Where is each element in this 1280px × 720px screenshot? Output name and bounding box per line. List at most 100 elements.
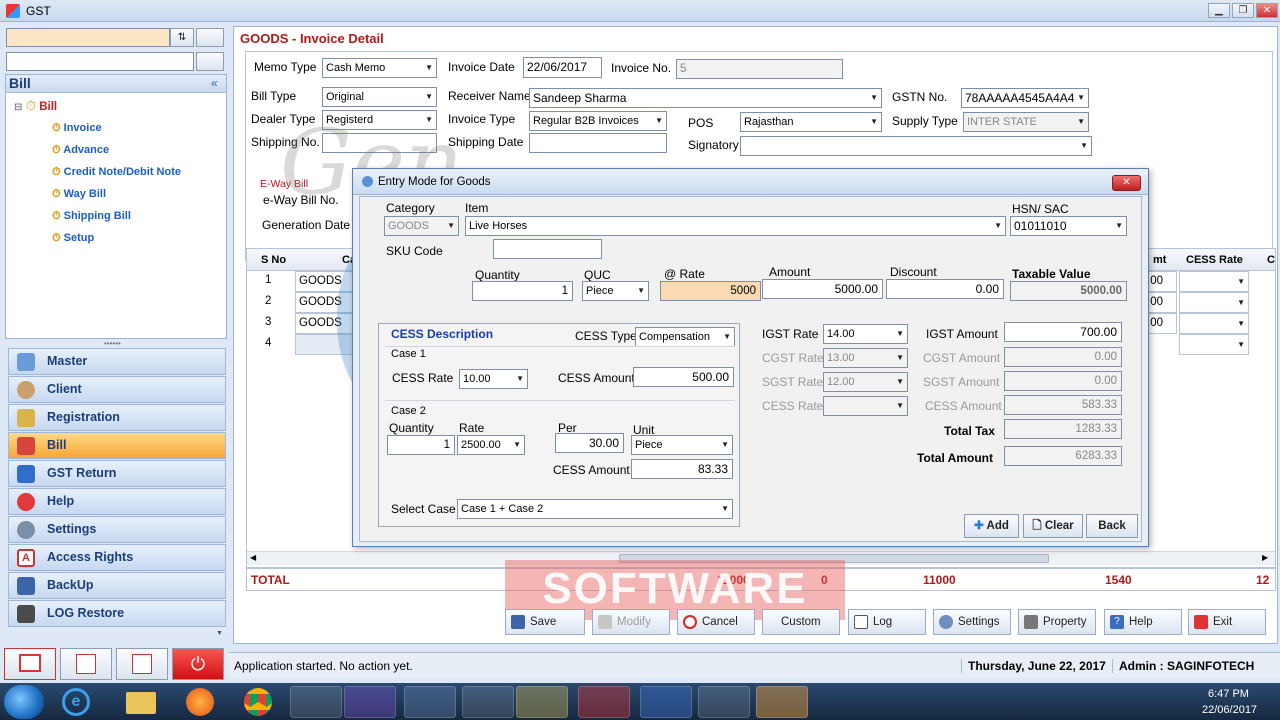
ie-icon[interactable]: e xyxy=(62,688,90,716)
scroll-right-icon[interactable]: ▶ xyxy=(1262,553,1268,562)
help-button[interactable]: ? Help xyxy=(1104,609,1182,635)
tool-icon[interactable] xyxy=(290,686,342,718)
quc-select[interactable]: Piece xyxy=(582,281,649,301)
tree-item-way-bill[interactable]: ⏱ Way Bill xyxy=(52,183,222,205)
custom-button[interactable]: Custom xyxy=(762,609,840,635)
nav-master[interactable]: Master xyxy=(8,348,226,375)
dealer-type-select[interactable]: Registerd xyxy=(322,110,437,130)
select-case-select[interactable]: Case 1 + Case 2 xyxy=(457,499,733,519)
row-category[interactable] xyxy=(295,334,355,355)
firefox-icon[interactable] xyxy=(186,688,214,716)
row-cess-rate-select[interactable] xyxy=(1179,271,1249,292)
cess-rate2-select[interactable] xyxy=(823,396,908,416)
item-select[interactable]: Live Horses xyxy=(465,216,1006,236)
start-button[interactable] xyxy=(4,685,44,719)
visual-studio-icon[interactable] xyxy=(344,686,396,718)
row-cess-rate-select[interactable] xyxy=(1179,313,1249,334)
discount-field[interactable]: 0.00 xyxy=(886,279,1004,299)
dialog-close-button[interactable]: ✕ xyxy=(1112,175,1141,191)
c2-per-field[interactable]: 30.00 xyxy=(555,433,624,453)
gstn-select[interactable]: 78AAAAA4545A4A4 xyxy=(961,88,1089,108)
modify-button[interactable]: Modify xyxy=(592,609,670,635)
bill-type-select[interactable]: Original xyxy=(322,87,437,107)
sgst-rate-select[interactable]: 12.00 xyxy=(823,372,908,392)
sku-field[interactable] xyxy=(493,239,602,259)
c2-unit-select[interactable]: Piece xyxy=(631,435,733,455)
nav-settings[interactable]: Settings xyxy=(8,516,226,543)
app-icon-32[interactable] xyxy=(462,686,514,718)
nav-gst-return[interactable]: GST Return xyxy=(8,460,226,487)
pdf-icon[interactable] xyxy=(578,686,630,718)
nav-backup[interactable]: BackUp xyxy=(8,572,226,599)
invoice-type-select[interactable]: Regular B2B Invoices xyxy=(529,111,667,131)
search-go-button[interactable] xyxy=(196,28,224,47)
row-category[interactable]: GOODS xyxy=(295,292,355,313)
cgst-rate-select[interactable]: 13.00 xyxy=(823,348,908,368)
pos-select[interactable]: Rajasthan xyxy=(740,112,882,132)
tree-item-advance[interactable]: ⏱ Advance xyxy=(52,139,222,161)
explorer-icon[interactable] xyxy=(126,692,156,714)
nav-access-rights[interactable]: A Access Rights xyxy=(8,544,226,571)
back-button[interactable]: Back xyxy=(1086,514,1138,538)
word-icon[interactable] xyxy=(640,686,692,718)
igst-rate-select[interactable]: 14.00 xyxy=(823,324,908,344)
chrome-icon[interactable] xyxy=(244,688,272,716)
shipping-no-field[interactable] xyxy=(322,133,437,153)
add-button[interactable]: ✚ Add xyxy=(964,514,1019,538)
cess-rate-select[interactable]: 10.00 xyxy=(459,369,528,389)
clear-button[interactable]: 🗋 Clear xyxy=(1023,514,1083,538)
sort-icon[interactable]: ⇅ xyxy=(170,28,194,47)
search-input-top[interactable] xyxy=(6,28,170,47)
maximize-button[interactable]: ❐ xyxy=(1232,3,1254,18)
supply-type-select[interactable]: INTER STATE xyxy=(963,112,1089,132)
nav-client[interactable]: Client xyxy=(8,376,226,403)
quantity-field[interactable]: 1 xyxy=(472,281,573,301)
log-button[interactable]: Log xyxy=(848,609,926,635)
folder-icon[interactable] xyxy=(516,686,568,718)
row-category[interactable]: GOODS xyxy=(295,313,355,334)
invoice-no-field[interactable]: 5 xyxy=(676,59,843,79)
nav-help[interactable]: Help xyxy=(8,488,226,515)
search-input[interactable] xyxy=(6,52,194,71)
settings-button[interactable]: Settings xyxy=(933,609,1011,635)
row-cess-rate-select[interactable] xyxy=(1179,292,1249,313)
c2-cess-amount-field[interactable]: 83.33 xyxy=(631,459,733,479)
cess-type-select[interactable]: Compensation xyxy=(635,327,735,347)
amount-field[interactable]: 5000.00 xyxy=(762,279,883,299)
collapse-icon[interactable]: « xyxy=(211,76,218,90)
c2-quantity-field[interactable]: 1 xyxy=(387,435,455,455)
doc-button-2[interactable] xyxy=(116,648,168,680)
doc-button-1[interactable] xyxy=(60,648,112,680)
nav-bill[interactable]: Bill xyxy=(8,432,226,459)
c2-rate-select[interactable]: 2500.00 xyxy=(457,435,525,455)
cess-amount-field[interactable]: 500.00 xyxy=(633,367,734,387)
signatory-select[interactable] xyxy=(740,136,1092,156)
gst-app-icon[interactable] xyxy=(756,686,808,718)
paint-icon[interactable] xyxy=(698,686,750,718)
search-button[interactable] xyxy=(196,52,224,71)
tree-item-shipping-bill[interactable]: ⏱ Shipping Bill xyxy=(52,205,222,227)
splitter-handle[interactable]: •••••• xyxy=(104,339,121,348)
minimize-button[interactable]: ▁ xyxy=(1208,3,1230,18)
igst-amount-field[interactable]: 700.00 xyxy=(1004,322,1122,342)
property-button[interactable]: Property xyxy=(1018,609,1096,635)
close-button[interactable]: ✕ xyxy=(1256,3,1278,18)
scroll-left-icon[interactable]: ◀ xyxy=(250,553,256,562)
row-cess-rate-select[interactable] xyxy=(1179,334,1249,355)
expand-icon[interactable]: ⊟ xyxy=(14,102,22,113)
app-icon-dolphin[interactable] xyxy=(404,686,456,718)
save-button[interactable]: Save xyxy=(505,609,585,635)
hsn-select[interactable]: 01011010 xyxy=(1010,216,1127,236)
horizontal-scrollbar[interactable]: ◀ ▶ xyxy=(247,551,1275,565)
rate-field[interactable]: 5000 xyxy=(660,281,761,301)
category-select[interactable]: GOODS xyxy=(384,216,459,236)
invoice-date-field[interactable]: 22/06/2017 xyxy=(523,57,602,78)
cancel-button[interactable]: Cancel xyxy=(677,609,755,635)
scrollbar-thumb[interactable] xyxy=(619,554,1049,563)
tree-item-invoice[interactable]: ⏱ Invoice xyxy=(52,117,222,139)
shipping-date-field[interactable] xyxy=(529,133,667,153)
receiver-name-select[interactable]: Sandeep Sharma xyxy=(529,88,882,108)
tree-item-credit-note[interactable]: ⏱ Credit Note/Debit Note xyxy=(52,161,222,183)
tree-root[interactable]: ⊟ ⏱ Bill xyxy=(14,97,57,115)
nav-log-restore[interactable]: LOG Restore xyxy=(8,600,226,627)
